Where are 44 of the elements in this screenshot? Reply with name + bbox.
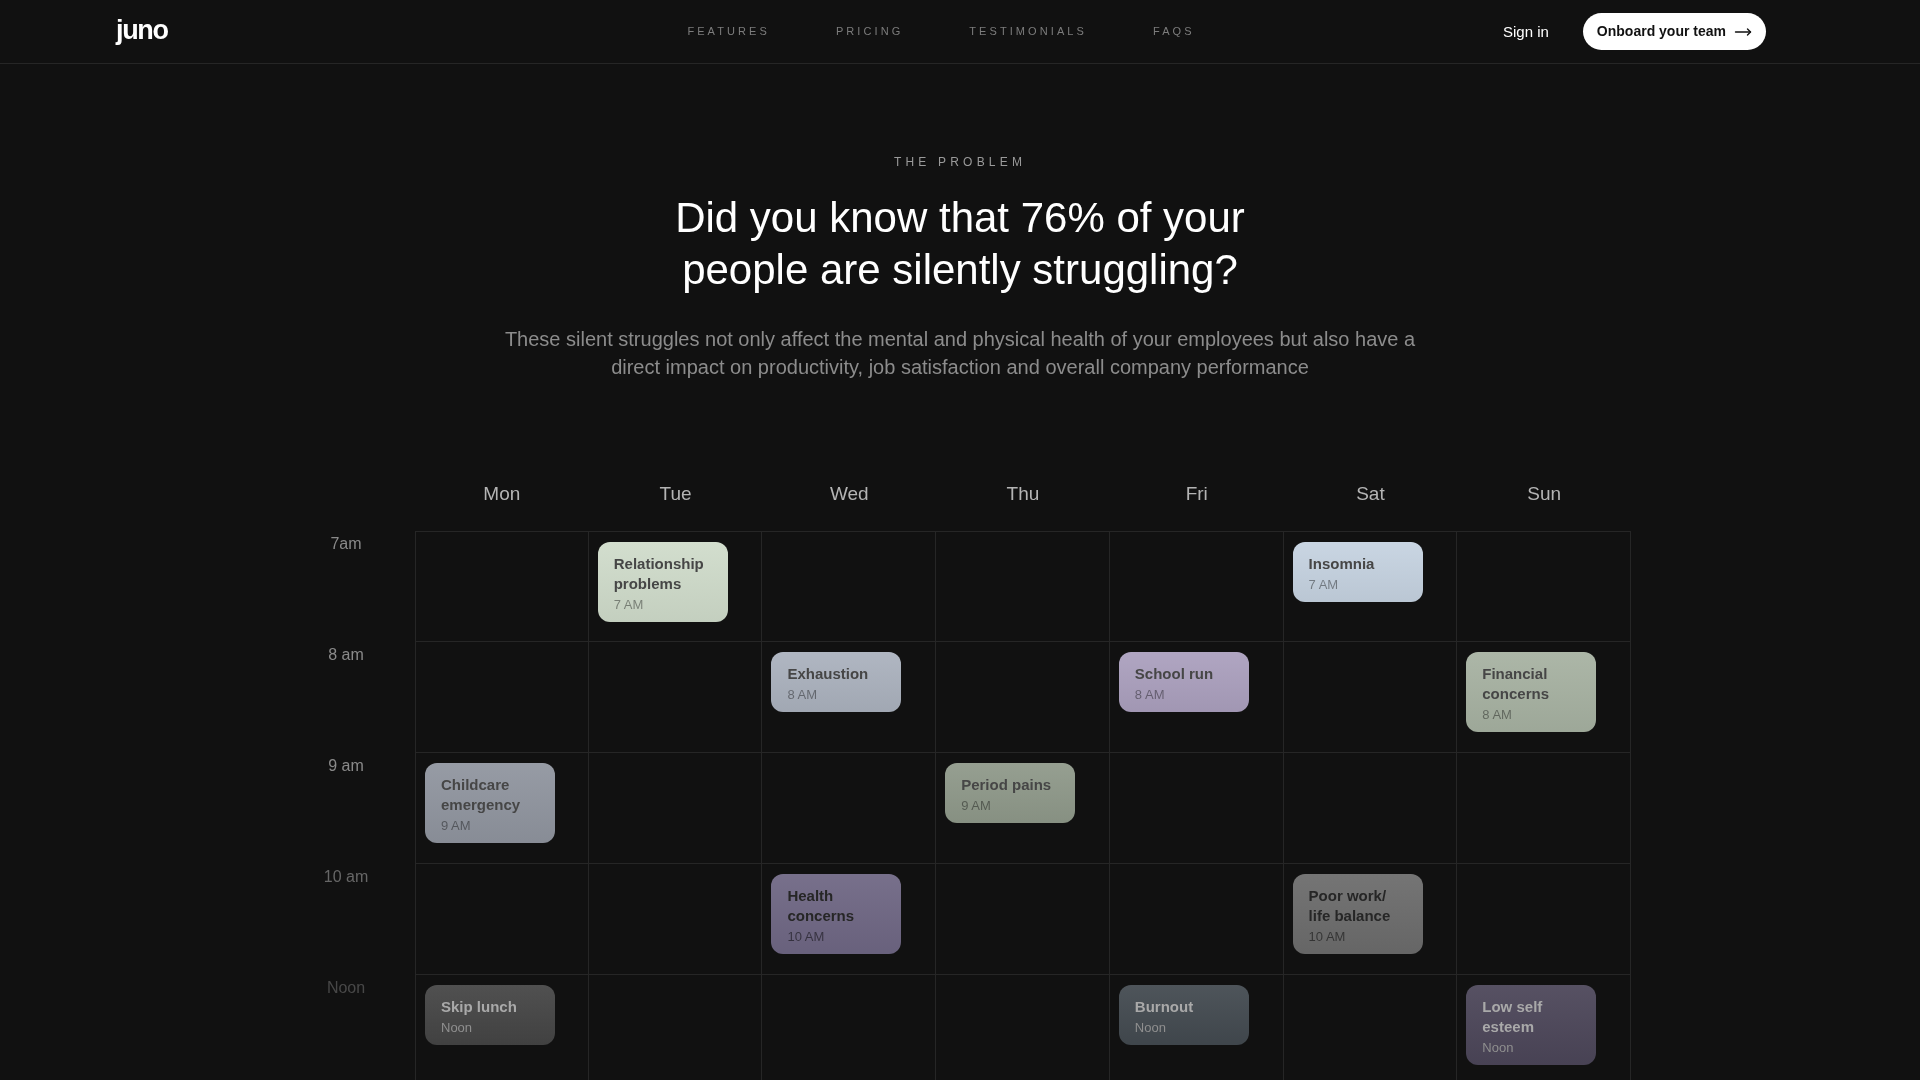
event-time: 8 AM — [1134, 686, 1166, 704]
event-title: Insomnia — [1308, 554, 1376, 574]
event-time: 8 AM — [787, 686, 819, 704]
section-heading: Did you know that 76% of your people are silently struggling? — [674, 193, 1246, 295]
event-time: Noon — [1134, 1019, 1167, 1037]
event-time: Noon — [441, 1019, 474, 1037]
event-title: Relationship problems — [613, 554, 705, 594]
event-time: 7 AM — [1308, 576, 1340, 594]
event-time: Noon — [1482, 1039, 1515, 1057]
event-title: Burnout — [1134, 997, 1195, 1017]
onboard-button[interactable]: Onboard your team — [1582, 13, 1766, 50]
event-time: 9 AM — [961, 797, 992, 815]
day-header: Fri — [1185, 483, 1208, 503]
time-label: 10 am — [323, 867, 369, 887]
event-title: Health concerns — [787, 886, 856, 926]
event-title: Period pains — [961, 775, 1053, 795]
time-label: 8 am — [328, 645, 364, 665]
event-title: Skip lunch — [441, 997, 518, 1017]
day-header: Sat — [1356, 483, 1385, 503]
time-label: 7am — [330, 534, 362, 554]
nav-link[interactable]: FEATURES — [687, 26, 770, 37]
day-header: Mon — [483, 483, 521, 503]
event-time: 7 AM — [613, 596, 645, 614]
event-title: Low self esteem — [1482, 997, 1544, 1037]
event-title: Poor work/ life balance — [1308, 886, 1392, 926]
event-title: Exhaustion — [787, 664, 870, 684]
nav-link[interactable]: PRICING — [835, 26, 904, 37]
section-description: These silent struggles not only affect the mental and physical health of your employees but also have a direct impact on productivity, job satisfaction and overall company performance — [503, 327, 1417, 380]
event-time: 10 AM — [787, 928, 826, 946]
event-time: 9 AM — [441, 817, 472, 835]
day-header: Tue — [659, 483, 692, 503]
nav-link[interactable]: FAQS — [1152, 26, 1195, 37]
time-label: 9 am — [328, 756, 364, 776]
event-title: School run — [1134, 664, 1215, 684]
event-title: Childcare emergency — [441, 775, 522, 815]
day-header: Wed — [829, 483, 869, 503]
nav-link[interactable]: TESTIMONIALS — [969, 26, 1087, 37]
event-title: Financial concerns — [1482, 664, 1550, 704]
event-time: 8 AM — [1482, 706, 1513, 724]
day-header: Thu — [1006, 483, 1040, 503]
section-label: THE PROBLEM — [893, 154, 1027, 170]
day-header: Sun — [1527, 483, 1562, 503]
sign-in-link[interactable]: Sign in — [1503, 24, 1549, 39]
logo[interactable]: juno — [116, 15, 168, 45]
